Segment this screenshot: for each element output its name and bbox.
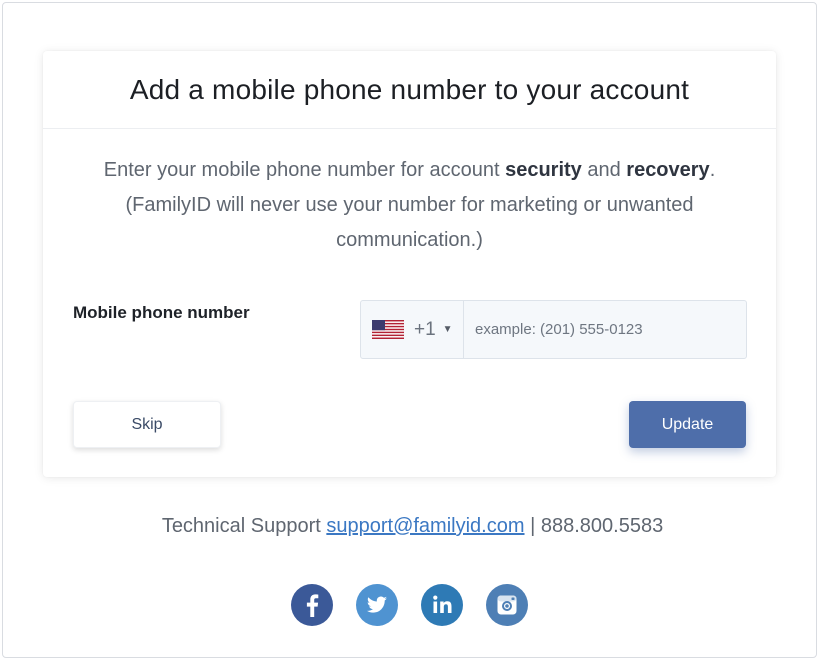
country-code-select[interactable]: +1 ▼ [361,301,464,358]
social-links [291,584,528,626]
phone-field-label: Mobile phone number [73,303,250,322]
description-text: Enter your mobile phone number for accou… [73,153,746,258]
phone-number-input[interactable] [464,301,746,358]
card-header: Add a mobile phone number to your accoun… [43,51,776,129]
description-mid: and [581,159,627,181]
description-prefix: Enter your mobile phone number for accou… [103,159,506,181]
update-button[interactable]: Update [629,401,746,448]
support-label: Technical Support [161,515,321,537]
support-email-link[interactable]: support@familyid.com [326,515,524,537]
caret-down-icon: ▼ [442,324,453,335]
twitter-icon[interactable] [356,584,398,626]
description-security: security [505,159,582,181]
phone-input-group: +1 ▼ [360,300,747,359]
facebook-icon[interactable] [291,584,333,626]
page-frame: Add a mobile phone number to your accoun… [2,2,817,658]
phone-number-card: Add a mobile phone number to your accoun… [43,51,776,477]
linkedin-icon[interactable] [421,584,463,626]
support-line: Technical Support support@familyid.com |… [3,515,819,538]
page-title: Add a mobile phone number to your accoun… [129,73,690,105]
support-phone: 888.800.5583 [540,515,664,537]
instagram-icon[interactable] [486,584,528,626]
description-recovery: recovery [626,159,710,181]
us-flag-icon [372,320,404,339]
support-separator: | [530,515,536,537]
dial-code: +1 [414,318,436,340]
skip-button[interactable]: Skip [73,401,221,448]
